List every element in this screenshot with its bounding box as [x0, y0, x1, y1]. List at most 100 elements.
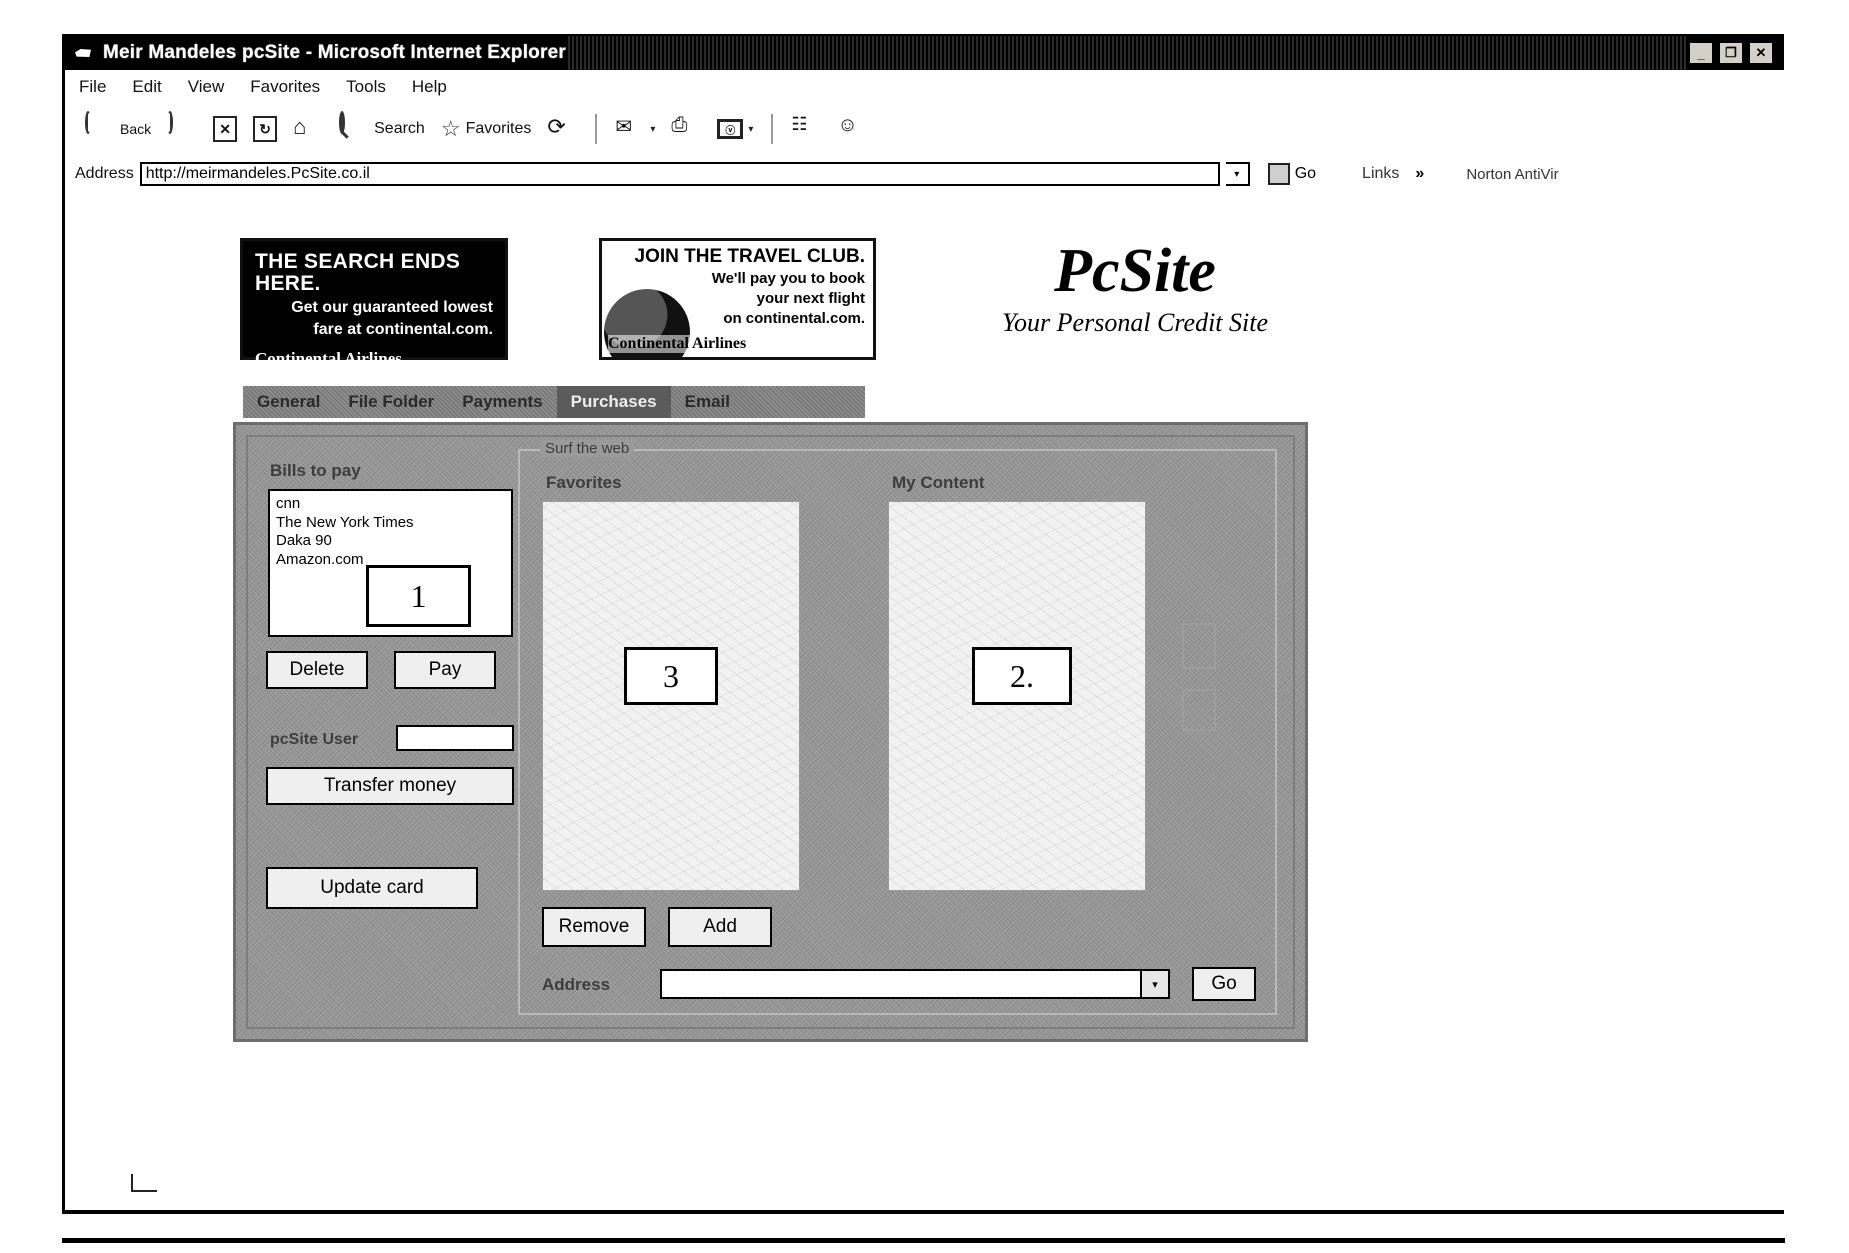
- mail-button[interactable]: ✉ ▾: [609, 112, 661, 146]
- banner2-headline: JOIN THE TRAVEL CLUB.: [634, 246, 865, 267]
- refresh-icon: ↻: [253, 116, 278, 142]
- messenger-button[interactable]: ☺: [831, 112, 873, 146]
- page-content: THE SEARCH ENDS HERE. Get our guaranteed…: [65, 194, 1784, 1210]
- banner1-sub2: fare at continental.com.: [313, 321, 493, 338]
- discuss-button[interactable]: ☷: [785, 112, 827, 146]
- links-chevron-icon[interactable]: »: [1415, 165, 1424, 183]
- window-bottom-edge: [62, 1238, 1785, 1243]
- window-title: Meir Mandeles pcSite - Microsoft Interne…: [103, 42, 566, 63]
- back-button[interactable]: Back: [79, 111, 157, 146]
- browser-toolbar: Back ✕ ↻ ⌂ Search ☆ Favorites ⟳ ✉ ▾ ⎙ ⓥ …: [65, 104, 1798, 154]
- surf-go-button[interactable]: Go: [1192, 967, 1256, 1001]
- edit-chevron-down-icon[interactable]: ▾: [748, 124, 753, 135]
- scroll-thumb-lower[interactable]: [1182, 689, 1216, 731]
- menu-file[interactable]: File: [79, 77, 106, 97]
- edit-button[interactable]: ⓥ ▾: [711, 117, 759, 141]
- forward-button[interactable]: [161, 111, 203, 146]
- history-icon: ⟳: [547, 114, 566, 139]
- surf-address-label: Address: [542, 975, 611, 994]
- list-item[interactable]: cnn: [276, 495, 505, 514]
- go-label: Go: [1294, 165, 1317, 182]
- site-tab-bar: General File Folder Payments Purchases E…: [243, 386, 865, 418]
- menu-edit[interactable]: Edit: [132, 77, 161, 97]
- toolbar-separator-2: [771, 114, 774, 144]
- favorites-label: Favorites: [546, 473, 622, 492]
- banner1-brand: Continental Airlines: [255, 348, 402, 368]
- banner1-sub1: Get our guaranteed lowest: [291, 299, 493, 317]
- update-card-button[interactable]: Update card: [266, 867, 478, 909]
- favorites-button[interactable]: ☆ Favorites: [435, 116, 538, 142]
- discuss-icon: ☷: [791, 114, 808, 134]
- list-item[interactable]: The New York Times: [276, 514, 505, 533]
- address-dropdown-icon[interactable]: ▾: [1225, 162, 1250, 186]
- annotation-marker-3: 3: [624, 647, 718, 705]
- annotation-marker-2: 2.: [972, 647, 1072, 705]
- banner2-sub1: We'll pay you to book: [711, 269, 865, 287]
- banner2-brand: Continental Airlines: [608, 335, 747, 353]
- surf-address-input[interactable]: [662, 971, 1140, 997]
- list-item[interactable]: Daka 90: [276, 532, 505, 551]
- tab-general[interactable]: General: [243, 386, 334, 418]
- surf-the-web-legend: Surf the web: [540, 440, 635, 457]
- menu-help[interactable]: Help: [412, 77, 447, 97]
- history-button[interactable]: ⟳: [541, 112, 583, 146]
- home-icon: ⌂: [293, 114, 307, 139]
- continental-search-banner[interactable]: THE SEARCH ENDS HERE. Get our guaranteed…: [240, 238, 508, 368]
- tab-payments[interactable]: Payments: [448, 386, 556, 418]
- home-button[interactable]: ⌂: [287, 112, 329, 146]
- surf-the-web-group: Surf the web Favorites 3 My Content 2. R…: [518, 440, 1277, 1015]
- bills-to-pay-label: Bills to pay: [270, 461, 361, 480]
- edit-icon: ⓥ: [717, 119, 744, 139]
- continental-travel-club-banner[interactable]: JOIN THE TRAVEL CLUB. We'll pay you to b…: [599, 238, 876, 360]
- menu-view[interactable]: View: [188, 77, 225, 97]
- add-button[interactable]: Add: [668, 907, 772, 947]
- surf-address-combobox[interactable]: ▾: [660, 969, 1170, 999]
- stop-button[interactable]: ✕: [207, 114, 243, 144]
- norton-antivirus-label[interactable]: Norton AntiVir: [1466, 166, 1558, 183]
- back-arrow-icon: [85, 111, 115, 144]
- address-bar: Address http://meirmandeles.PcSite.co.il…: [65, 154, 1794, 194]
- panel-inner-border: Bills to pay cnn The New York Times Daka…: [246, 435, 1295, 1029]
- delete-button[interactable]: Delete: [266, 651, 368, 689]
- close-button[interactable]: ✕: [1748, 41, 1774, 65]
- links-label[interactable]: Links: [1362, 165, 1399, 183]
- tab-file-folder[interactable]: File Folder: [334, 386, 448, 418]
- annotation-marker-1: 1: [366, 565, 471, 627]
- toolbar-separator: [595, 114, 598, 144]
- tab-purchases[interactable]: Purchases: [556, 386, 671, 418]
- search-label: Search: [374, 120, 425, 137]
- star-icon: ☆: [440, 116, 461, 141]
- browser-window: Meir Mandeles pcSite - Microsoft Interne…: [62, 34, 1798, 1214]
- pay-button[interactable]: Pay: [394, 651, 496, 689]
- menu-favorites[interactable]: Favorites: [250, 77, 320, 97]
- go-icon: [1267, 163, 1290, 185]
- transfer-money-button[interactable]: Transfer money: [266, 767, 514, 805]
- app-icon: [73, 44, 95, 62]
- menu-tools[interactable]: Tools: [346, 77, 386, 97]
- window-controls: _ ❐ ✕: [1688, 41, 1774, 65]
- chevron-down-icon[interactable]: ▾: [1140, 971, 1168, 997]
- minimize-button[interactable]: _: [1688, 41, 1714, 65]
- tab-email[interactable]: Email: [671, 386, 744, 418]
- menu-bar: File Edit View Favorites Tools Help: [65, 70, 1798, 105]
- address-go-button[interactable]: Go: [1267, 163, 1317, 185]
- chevron-down-icon[interactable]: ▾: [650, 124, 655, 135]
- print-icon: ⎙: [671, 114, 688, 136]
- address-input[interactable]: http://meirmandeles.PcSite.co.il: [139, 162, 1220, 186]
- print-button[interactable]: ⎙: [665, 112, 707, 146]
- pcsite-user-input[interactable]: [396, 725, 514, 751]
- refresh-button[interactable]: ↻: [247, 114, 283, 144]
- back-label: Back: [120, 121, 152, 137]
- search-button[interactable]: Search: [333, 111, 431, 146]
- favorites-label: Favorites: [465, 120, 532, 137]
- maximize-button[interactable]: ❐: [1718, 41, 1744, 65]
- messenger-icon: ☺: [837, 114, 858, 136]
- remove-button[interactable]: Remove: [542, 907, 646, 947]
- scroll-thumb-upper[interactable]: [1182, 623, 1216, 669]
- status-bar-corner: [131, 1174, 157, 1192]
- site-tagline: Your Personal Credit Site: [1001, 308, 1269, 337]
- site-logo-text: PcSite: [1054, 237, 1216, 305]
- mail-icon: ✉: [615, 116, 633, 138]
- pcsite-user-label: pcSite User: [270, 731, 359, 748]
- forward-arrow-icon: [167, 111, 197, 144]
